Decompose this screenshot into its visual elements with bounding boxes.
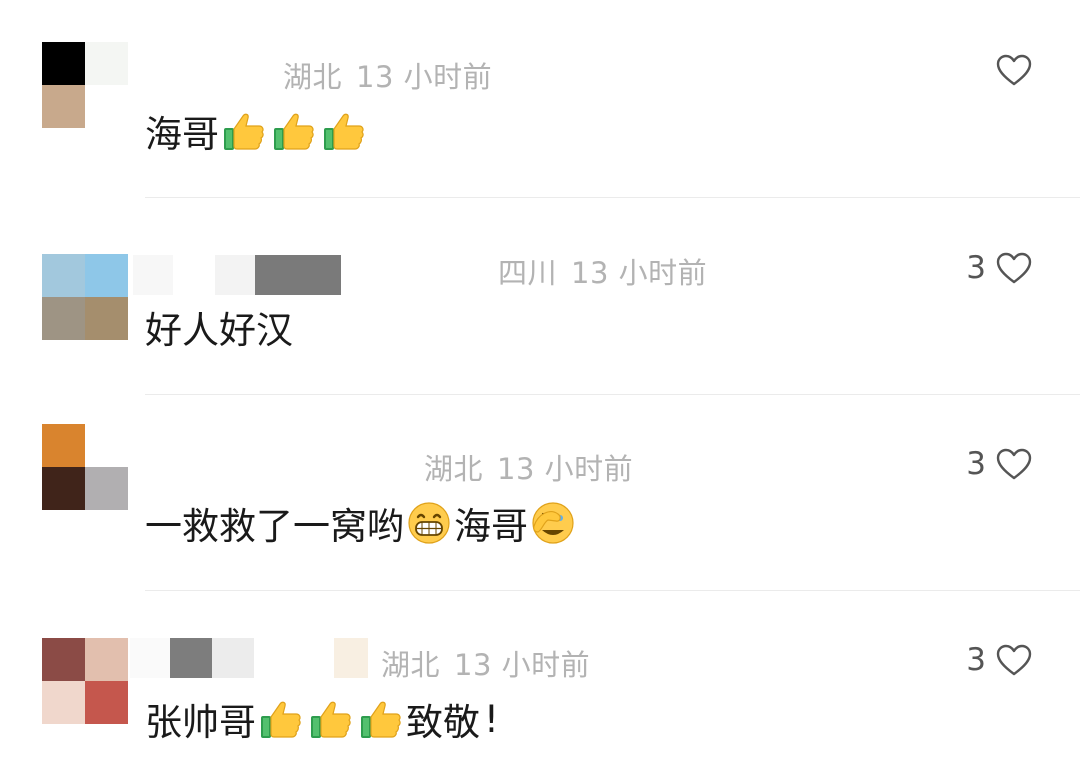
avatar-tile (42, 85, 85, 128)
avatar-tile (42, 254, 85, 297)
blur-block (170, 638, 212, 678)
comment-text: 好人好汉 (145, 300, 293, 354)
comment-text: 海哥 (145, 104, 369, 158)
comment-text: 一救救了一窝哟 海哥 (145, 496, 578, 550)
like-count: 3 (966, 642, 986, 678)
comment-text: 张帅哥 致敬! (145, 692, 499, 746)
avatar-tile (42, 681, 85, 724)
divider (145, 590, 1080, 591)
thumbs-up-icon (274, 113, 314, 150)
comment-time: 13 小时前 (571, 256, 708, 290)
avatar-tile (42, 424, 85, 467)
avatar[interactable] (42, 254, 128, 340)
comment-location: 湖北 (381, 648, 441, 682)
blur-block (130, 638, 170, 678)
like-count: 3 (966, 446, 986, 482)
avatar-tile (42, 467, 85, 510)
thumbs-up-icon (261, 701, 301, 738)
heart-outline-icon[interactable] (996, 448, 1032, 480)
comment-meta: 湖北 13 小时前 (424, 446, 633, 488)
like-control[interactable]: 3 (966, 446, 1032, 482)
divider (145, 394, 1080, 395)
blur-block (215, 255, 255, 295)
blur-block (212, 638, 254, 678)
avatar-tile (85, 638, 128, 681)
avatar-tile (85, 85, 128, 128)
divider (145, 197, 1080, 198)
avatar-tile (85, 297, 128, 340)
blur-block (133, 255, 173, 295)
like-control[interactable]: 3 (966, 250, 1032, 286)
comment-text-part: 张帅哥 (145, 701, 256, 744)
comment-location: 四川 (498, 256, 558, 290)
comment-text-part: 海哥 (145, 113, 219, 156)
comment-text-part: 好人好汉 (145, 309, 293, 352)
comment-text-part: 海哥 (454, 505, 528, 548)
avatar[interactable] (42, 42, 128, 128)
comment-time: 13 小时前 (356, 60, 493, 94)
blur-block (334, 638, 368, 678)
avatar[interactable] (42, 424, 128, 510)
comment-text-part: ! (484, 697, 499, 741)
avatar-tile (42, 42, 85, 85)
comment-time: 13 小时前 (497, 452, 634, 486)
avatar-tile (85, 681, 128, 724)
avatar-tile (85, 424, 128, 467)
blur-block (255, 255, 341, 295)
thumbs-up-icon (324, 113, 364, 150)
avatar[interactable] (42, 638, 128, 724)
like-control[interactable] (968, 54, 1032, 86)
comment-meta: 四川 13 小时前 (498, 250, 707, 292)
heart-outline-icon[interactable] (996, 252, 1032, 284)
avatar-tile (42, 297, 85, 340)
heart-outline-icon[interactable] (996, 54, 1032, 86)
grinning-face-icon (408, 502, 450, 544)
avatar-tile (85, 42, 128, 85)
thumbs-up-icon (361, 701, 401, 738)
avatar-tile (85, 254, 128, 297)
comment-location: 湖北 (424, 452, 484, 486)
comment-text-part: 致敬 (406, 701, 480, 744)
heart-outline-icon[interactable] (996, 644, 1032, 676)
username-blurred[interactable] (133, 255, 341, 295)
thumbs-up-icon (311, 701, 351, 738)
comment-list: 湖北 13 小时前 海哥 四川 13 小时前 3 好人好汉 湖北 13 小时前 … (0, 0, 1080, 762)
comment-meta: 湖北 13 小时前 (283, 54, 492, 96)
comment-location: 湖北 (283, 60, 343, 94)
comment-meta: 湖北 13 小时前 (381, 642, 590, 684)
like-control[interactable]: 3 (966, 642, 1032, 678)
comment-text-part: 一救救了一窝哟 (145, 505, 404, 548)
blur-block (173, 255, 215, 295)
avatar-tile (42, 638, 85, 681)
username-blurred[interactable] (130, 638, 368, 678)
avatar-tile (85, 467, 128, 510)
blur-block (254, 638, 334, 678)
comment-time: 13 小时前 (454, 648, 591, 682)
like-count: 3 (966, 250, 986, 286)
face-palm-icon (532, 502, 574, 544)
thumbs-up-icon (224, 113, 264, 150)
